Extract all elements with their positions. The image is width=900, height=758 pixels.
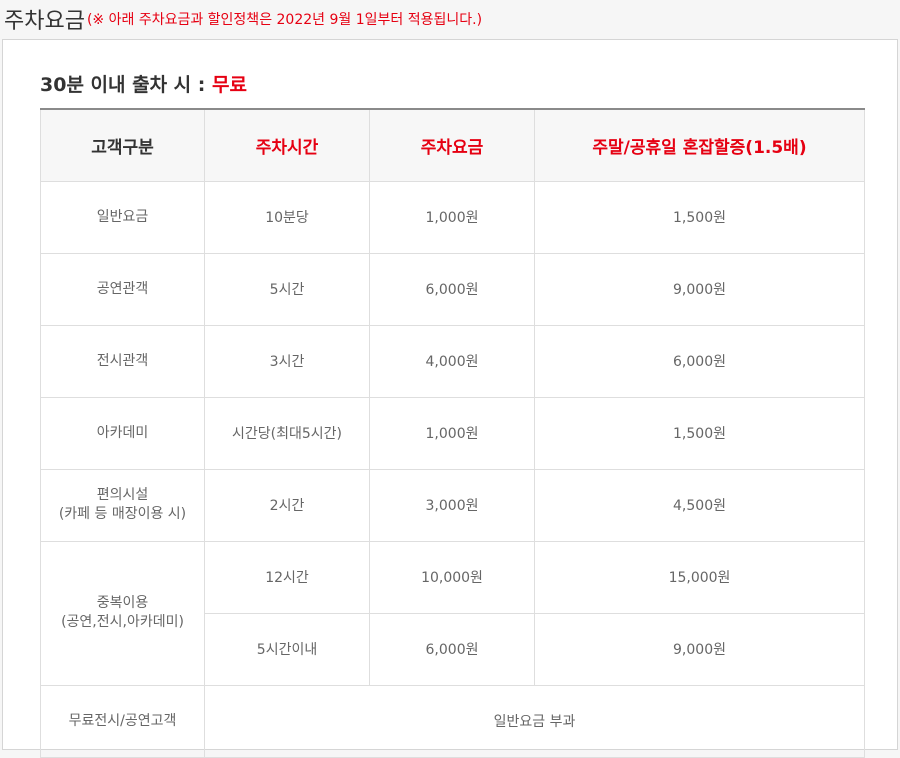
cell-time: 2시간 xyxy=(204,468,370,542)
table-header-row: 고객구분 주차시간 주차요금 주말/공휴일 혼잡할증(1.5배) xyxy=(40,108,865,182)
cell-surcharge: 9,000원 xyxy=(534,252,865,326)
table-row: 전시관객 3시간 4,000원 6,000원 xyxy=(40,324,865,398)
cell-fee: 4,000원 xyxy=(369,324,535,398)
cell-fee: 6,000원 xyxy=(369,252,535,326)
cell-category: 아카데미 xyxy=(40,396,205,470)
cell-category: 일반요금 xyxy=(40,180,205,254)
category-line-sub: (카페 등 매장이용 시) xyxy=(58,506,187,522)
table-row: 편의시설 (카페 등 매장이용 시) 2시간 3,000원 4,500원 xyxy=(40,468,865,542)
table-row: 일반요금 10분당 1,000원 1,500원 xyxy=(40,180,865,254)
free-exit-label: 30분 이내 출차 시 : xyxy=(40,74,212,96)
header-customer-type: 고객구분 xyxy=(40,108,205,182)
policy-note: (※ 아래 주차요금과 할인정책은 2022년 9월 1일부터 적용됩니다.) xyxy=(86,12,483,28)
cell-time: 12시간 xyxy=(204,540,370,614)
header-weekend-surcharge: 주말/공휴일 혼잡할증(1.5배) xyxy=(534,108,865,182)
cell-fee: 3,000원 xyxy=(369,468,535,542)
table-row: 아카데미 시간당(최대5시간) 1,000원 1,500원 xyxy=(40,396,865,470)
cell-time: 3시간 xyxy=(204,324,370,398)
cell-time: 시간당(최대5시간) xyxy=(204,396,370,470)
cell-category: 무료전시/공연고객 xyxy=(40,684,205,758)
table-row: 무료전시/공연고객 일반요금 부과 xyxy=(40,684,865,758)
cell-fee: 10,000원 xyxy=(369,540,535,614)
cell-fee: 1,000원 xyxy=(369,180,535,254)
cell-surcharge: 9,000원 xyxy=(534,612,865,686)
parking-fee-table: 고객구분 주차시간 주차요금 주말/공휴일 혼잡할증(1.5배) 일반요금 10… xyxy=(40,108,865,758)
category-line: 중복이용 xyxy=(96,595,149,612)
cell-surcharge: 1,500원 xyxy=(534,180,865,254)
page-heading: 주차요금 (※ 아래 주차요금과 할인정책은 2022년 9월 1일부터 적용됩… xyxy=(0,0,900,38)
cell-time: 5시간이내 xyxy=(204,612,370,686)
cell-category: 공연관객 xyxy=(40,252,205,326)
header-parking-fee: 주차요금 xyxy=(369,108,535,182)
cell-surcharge: 1,500원 xyxy=(534,396,865,470)
cell-fee: 1,000원 xyxy=(369,396,535,470)
table-row: 중복이용 (공연,전시,아카데미) 12시간 10,000원 15,000원 xyxy=(40,540,865,686)
free-exit-heading: 30분 이내 출차 시 : 무료 xyxy=(40,70,247,97)
header-parking-time: 주차시간 xyxy=(204,108,370,182)
category-line: 편의시설 xyxy=(96,487,149,504)
cell-category: 전시관객 xyxy=(40,324,205,398)
free-exit-value: 무료 xyxy=(212,74,247,96)
cell-free-policy: 일반요금 부과 xyxy=(204,684,865,758)
cell-time: 5시간 xyxy=(204,252,370,326)
category-line-sub: (공연,전시,아카데미) xyxy=(61,614,184,630)
page-title: 주차요금 xyxy=(4,9,85,34)
table-row: 공연관객 5시간 6,000원 9,000원 xyxy=(40,252,865,326)
cell-category: 편의시설 (카페 등 매장이용 시) xyxy=(40,468,205,542)
cell-fee: 6,000원 xyxy=(369,612,535,686)
cell-surcharge: 15,000원 xyxy=(534,540,865,614)
cell-surcharge: 4,500원 xyxy=(534,468,865,542)
cell-surcharge: 6,000원 xyxy=(534,324,865,398)
cell-category: 중복이용 (공연,전시,아카데미) xyxy=(40,540,205,686)
parking-fee-card: 30분 이내 출차 시 : 무료 고객구분 주차시간 주차요금 주말/공휴일 혼… xyxy=(2,39,898,758)
cell-time: 10분당 xyxy=(204,180,370,254)
